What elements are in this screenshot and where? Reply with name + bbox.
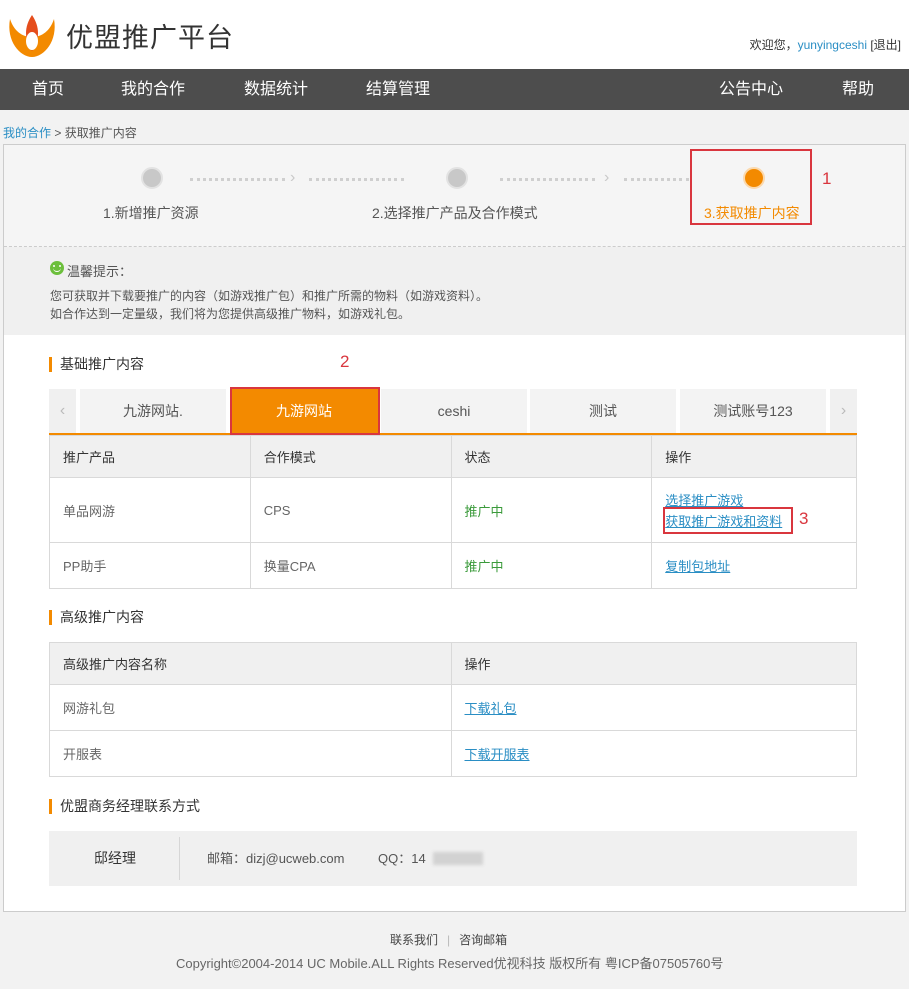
cell-actions: 复制包地址 xyxy=(651,542,857,589)
annotation-number-3: 3 xyxy=(799,509,809,528)
step-1-dot xyxy=(141,167,163,189)
column-header-advanced-name: 高级推广内容名称 xyxy=(49,642,452,685)
username-link[interactable]: yunyingceshi xyxy=(798,38,867,52)
footer-links: 联系我们 | 咨询邮箱 xyxy=(390,931,507,948)
copy-package-url-link[interactable]: 复制包地址 xyxy=(665,556,856,575)
breadcrumb-parent-link[interactable]: 我的合作 xyxy=(3,126,51,140)
annotation-box-1 xyxy=(690,149,812,225)
nav-item-statistics[interactable]: 数据统计 xyxy=(244,69,308,110)
logout-link[interactable]: [退出] xyxy=(870,38,901,52)
welcome-message: 欢迎您，yunyingceshi [退出] xyxy=(750,36,901,53)
nav-item-announcements[interactable]: 公告中心 xyxy=(719,69,783,110)
table-row: 开服表 下载开服表 xyxy=(49,730,857,777)
cell-mode: CPS xyxy=(249,477,452,543)
divider xyxy=(179,837,180,880)
table-row: PP助手 换量CPA 推广中 复制包地址 xyxy=(49,542,857,589)
contact-box: 邸经理 邮箱：dizj@ucweb.com QQ：14 xyxy=(49,831,857,886)
tab-jiuyou-site-dot[interactable]: 九游网站. xyxy=(80,389,226,433)
redacted-qq-number xyxy=(433,852,483,865)
footer-contact-us-link[interactable]: 联系我们 xyxy=(390,933,438,947)
welcome-prefix: 欢迎您， xyxy=(749,38,798,52)
smiley-icon xyxy=(50,261,64,275)
step-2-label: 2.选择推广产品及合作模式 xyxy=(372,205,538,221)
cell-status: 推广中 xyxy=(450,477,653,543)
step-connector xyxy=(624,178,689,181)
annotation-number-2: 2 xyxy=(340,352,350,371)
step-1-label: 1.新增推广资源 xyxy=(103,205,199,221)
annotation-box-2 xyxy=(230,387,380,435)
cell-mode: 换量CPA xyxy=(249,542,452,589)
main-nav: 首页 我的合作 数据统计 结算管理 公告中心 帮助 xyxy=(0,69,909,110)
step-connector xyxy=(309,178,404,181)
column-header-actions: 操作 xyxy=(651,435,857,478)
breadcrumb-separator: > xyxy=(51,126,65,140)
tip-line-1: 您可获取并下载要推广的内容（如游戏推广包）和推广所需的物料（如游戏资料）。 xyxy=(50,289,489,303)
nav-item-my-cooperation[interactable]: 我的合作 xyxy=(121,69,185,110)
progress-steps: › 1.新增推广资源 › 2.选择推广产品及合作模式 3.获取推广内容 1 xyxy=(4,145,905,247)
tab-prev-arrow-icon[interactable]: ‹ xyxy=(49,389,76,433)
tab-test[interactable]: 测试 xyxy=(530,389,676,433)
main-panel: › 1.新增推广资源 › 2.选择推广产品及合作模式 3.获取推广内容 1 温馨… xyxy=(3,144,906,912)
tab-next-arrow-icon[interactable]: › xyxy=(830,389,857,433)
resource-tabs: ‹ 九游网站. 九游网站 ceshi 测试 测试账号123 › xyxy=(49,387,857,435)
tab-ceshi[interactable]: ceshi xyxy=(381,389,527,433)
annotation-box-3 xyxy=(663,507,793,534)
column-header-product: 推广产品 xyxy=(49,435,251,478)
cell-product: PP助手 xyxy=(49,542,251,589)
download-gift-pack-link[interactable]: 下载礼包 xyxy=(465,698,857,717)
copyright-text: Copyright©2004-2014 UC Mobile.ALL Rights… xyxy=(176,956,724,971)
cell-advanced-name: 网游礼包 xyxy=(49,684,452,731)
manager-email: 邮箱：dizj@ucweb.com xyxy=(207,851,345,866)
footer-separator: | xyxy=(447,933,451,947)
chevron-right-icon: › xyxy=(290,169,296,186)
nav-item-settlement[interactable]: 结算管理 xyxy=(366,69,430,110)
breadcrumb-current: 获取推广内容 xyxy=(64,126,137,140)
tip-line-2: 如合作达到一定量级，我们将为您提供高级推广物料，如游戏礼包。 xyxy=(50,307,411,321)
table-header-row: 高级推广内容名称 操作 xyxy=(49,642,857,685)
breadcrumb: 我的合作 > 获取推广内容 xyxy=(3,124,137,141)
contact-section-title: 优盟商务经理联系方式 xyxy=(49,799,200,814)
cell-advanced-name: 开服表 xyxy=(49,730,452,777)
cell-status: 推广中 xyxy=(450,542,653,589)
cell-advanced-action: 下载开服表 xyxy=(450,730,857,777)
tab-test-account-123[interactable]: 测试账号123 xyxy=(680,389,826,433)
nav-item-home[interactable]: 首页 xyxy=(32,69,64,110)
cell-product: 单品网游 xyxy=(49,477,251,543)
basic-section-title: 基础推广内容 xyxy=(49,357,144,372)
download-server-schedule-link[interactable]: 下载开服表 xyxy=(465,744,857,763)
column-header-advanced-actions: 操作 xyxy=(450,642,857,685)
header: 优盟推广平台 欢迎您，yunyingceshi [退出] xyxy=(0,0,909,69)
logo-icon xyxy=(9,15,55,57)
step-connector xyxy=(500,178,595,181)
step-connector xyxy=(190,178,285,181)
annotation-number-1: 1 xyxy=(822,169,832,188)
cell-advanced-action: 下载礼包 xyxy=(450,684,857,731)
table-header-row: 推广产品 合作模式 状态 操作 xyxy=(49,435,857,478)
nav-item-help[interactable]: 帮助 xyxy=(842,69,874,110)
chevron-right-icon: › xyxy=(604,169,610,186)
logo-text: 优盟推广平台 xyxy=(66,23,234,53)
tip-title: 温馨提示： xyxy=(67,264,133,279)
tip-box: 温馨提示： 您可获取并下载要推广的内容（如游戏推广包）和推广所需的物料（如游戏资… xyxy=(4,247,905,335)
column-header-status: 状态 xyxy=(450,435,653,478)
manager-name: 邸经理 xyxy=(94,850,136,866)
manager-qq: QQ：14 xyxy=(378,851,426,866)
advanced-content-table: 高级推广内容名称 操作 网游礼包 下载礼包 开服表 下载开服表 xyxy=(49,642,857,777)
advanced-section-title: 高级推广内容 xyxy=(49,610,144,625)
step-2-dot xyxy=(446,167,468,189)
footer-inquiry-email-link[interactable]: 咨询邮箱 xyxy=(459,933,507,947)
column-header-mode: 合作模式 xyxy=(249,435,452,478)
table-row: 网游礼包 下载礼包 xyxy=(49,684,857,731)
